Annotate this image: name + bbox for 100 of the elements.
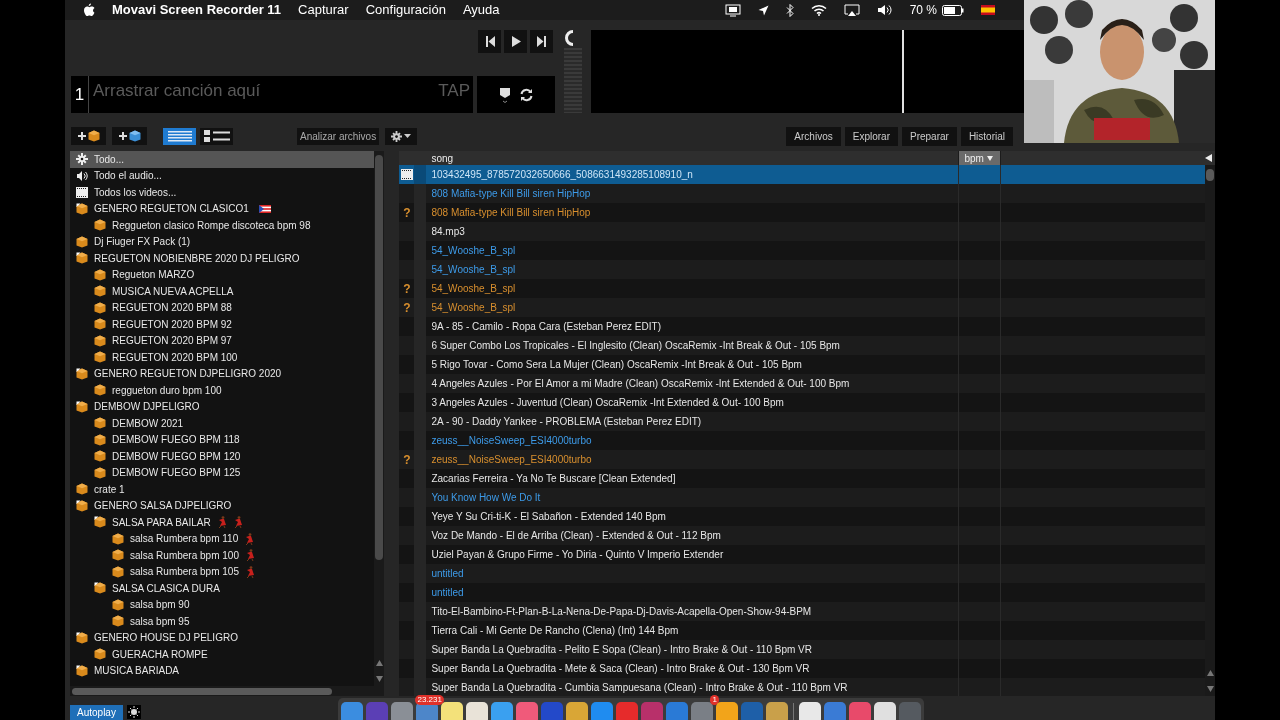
sidebar-item[interactable]: DEMBOW DJPELIGRO [70, 398, 375, 415]
sidebar-item[interactable]: SALSA CLASICA DURA [70, 580, 375, 597]
next-button[interactable] [530, 30, 553, 53]
sidebar-item[interactable]: salsa bpm 95 [70, 613, 375, 630]
sidebar-item[interactable]: DEMBOW FUEGO BPM 125 [70, 464, 375, 481]
song-row[interactable]: untitled [399, 564, 1205, 583]
sidebar-item[interactable]: Dj Fiuger FX Pack (1) [70, 233, 375, 250]
bluetooth-icon[interactable] [785, 3, 794, 17]
app-icon[interactable] [440, 702, 463, 720]
scrollbar-thumb[interactable] [375, 155, 384, 560]
sidebar-item[interactable]: MUSICA BARIADA [70, 662, 375, 679]
sun-icon[interactable] [126, 705, 141, 719]
sidebar-item[interactable]: GENERO HOUSE DJ PELIGRO [70, 629, 375, 646]
previous-button[interactable] [478, 30, 501, 53]
scroll-up-icon[interactable] [1206, 670, 1214, 676]
sidebar-item[interactable]: salsa Rumbera bpm 105 [70, 563, 375, 580]
sidebar-item[interactable]: salsa Rumbera bpm 100 [70, 547, 375, 564]
sidebar-item[interactable]: REGUETON 2020 BPM 100 [70, 349, 375, 366]
add-smart-crate-button[interactable] [112, 127, 147, 145]
play-button[interactable] [504, 30, 527, 53]
song-row[interactable]: 808 Mafia-type Kill Bill siren HipHop [399, 184, 1205, 203]
song-row[interactable]: Voz De Mando - El de Arriba (Clean) - Extended & Out - 112 Bpm [399, 526, 1205, 545]
sync-icon[interactable] [518, 87, 534, 102]
library-tab[interactable]: Archivos [786, 126, 841, 146]
pin-icon[interactable] [498, 86, 511, 103]
scroll-up-icon[interactable] [375, 660, 383, 666]
scrollbar-thumb[interactable] [1206, 169, 1214, 181]
menu-item[interactable]: Capturar [298, 0, 349, 20]
sidebar-item[interactable]: Todo... [70, 151, 375, 168]
column-header[interactable]: bpm [959, 151, 1002, 165]
flag-icon[interactable] [981, 5, 995, 15]
sidebar-item[interactable]: Regueton MARZO [70, 266, 375, 283]
song-row[interactable]: 54_Wooshe_B_spl [399, 260, 1205, 279]
screen-capture-icon[interactable] [724, 3, 741, 17]
sidebar-item[interactable]: salsa Rumbera bpm 110 [70, 530, 375, 547]
song-row[interactable]: 4 Angeles Azules - Por El Amor a mi Madre (Clean) OscaRemix -Int Extended & Out- 100 Bpm [399, 374, 1205, 393]
song-row[interactable]: Super Banda La Quebradita - Pelito E Sopa (Clean) - Intro Brake & Out - 110 Bpm VR [399, 640, 1205, 659]
settings-dropdown[interactable] [385, 127, 418, 145]
sidebar-item[interactable]: GENERO REGUETON DJPELIGRO 2020 [70, 365, 375, 382]
app-icon[interactable] [565, 702, 588, 720]
sidebar-item[interactable]: DEMBOW 2021 [70, 415, 375, 432]
missing-file-mark: ? [403, 280, 411, 298]
sidebar-item[interactable]: REGUETON 2020 BPM 97 [70, 332, 375, 349]
sidebar-item[interactable]: MUSICA NUEVA ACPELLA [70, 283, 375, 300]
autoplay-button[interactable]: Autoplay [70, 704, 123, 720]
sidebar-item[interactable]: reggueton duro bpm 100 [70, 382, 375, 399]
sidebar-item[interactable]: crate 1 [70, 481, 375, 498]
crate-icon [94, 466, 106, 479]
library-tab[interactable]: Preparar [901, 126, 957, 146]
song-row[interactable]: 84.mp3 [399, 222, 1205, 241]
sidebar-item[interactable]: REGUETON 2020 BPM 92 [70, 316, 375, 333]
add-crate-button[interactable] [71, 127, 106, 145]
menu-item[interactable]: Configuración [365, 0, 446, 20]
song-row[interactable]: ? 54_Wooshe_B_spl [399, 298, 1205, 317]
sidebar-item[interactable]: REGUETON NOBIENBRE 2020 DJ PELIGRO [70, 250, 375, 267]
library-tab[interactable]: Historial [960, 126, 1013, 146]
song-row[interactable]: ? zeuss__NoiseSweep_ESI4000turbo [399, 450, 1205, 469]
menu-item[interactable]: Ayuda [462, 0, 500, 20]
song-row[interactable]: 103432495_878572032650666_5086631493285108910_n [399, 165, 1205, 184]
song-row[interactable]: Tito-El-Bambino-Ft-Plan-B-La-Nena-De-Papa-Dj-Davis-Acapella-Open-Show-94-BPM [399, 602, 1205, 621]
horizontal-scrollbar-thumb[interactable] [72, 687, 332, 695]
app-icon[interactable] [465, 702, 488, 720]
sidebar-item[interactable]: GENERO SALSA DJPELIGRO [70, 497, 375, 514]
sidebar-item[interactable]: salsa bpm 90 [70, 596, 375, 613]
sidebar-item[interactable]: DEMBOW FUEGO BPM 118 [70, 431, 375, 448]
scroll-down-icon[interactable] [1206, 686, 1214, 692]
app-icon[interactable] [873, 702, 896, 720]
app-icon[interactable] [798, 702, 821, 720]
app-icon[interactable] [715, 702, 738, 720]
sidebar-item[interactable]: REGUETON 2020 BPM 88 [70, 299, 375, 316]
song-row[interactable]: 6 Super Combo Los Tropicales - El Inglesito (Clean) OscaRemix -Int Break & Out - 105 Bpm [399, 336, 1205, 355]
wifi-icon[interactable] [810, 4, 827, 16]
analyze-files-button[interactable]: Analizar archivos [297, 127, 380, 145]
location-arrow-icon[interactable] [757, 4, 769, 16]
song-title: 54_Wooshe_B_spl [431, 282, 516, 296]
sidebar-item[interactable]: SALSA PARA BAILAR [70, 514, 375, 531]
scroll-down-icon[interactable] [375, 676, 383, 682]
sidebar-item[interactable]: DEMBOW FUEGO BPM 120 [70, 448, 375, 465]
library-tab[interactable]: Explorar [844, 126, 898, 146]
volume-icon[interactable] [876, 4, 893, 16]
detail-view-toggle[interactable] [200, 127, 233, 145]
airplay-icon[interactable] [843, 3, 860, 17]
song-row[interactable]: 2A - 90 - Daddy Yankee - PROBLEMA (Esteban Perez EDIT) [399, 412, 1205, 431]
song-row[interactable]: You Know How We Do It [399, 488, 1205, 507]
battery-icon[interactable] [942, 4, 964, 16]
sidebar-item-label: salsa bpm 95 [130, 614, 190, 629]
collapse-arrow-icon[interactable] [1205, 154, 1212, 162]
sidebar-item[interactable]: GENERO REGUETON CLASICO1 [70, 200, 375, 217]
app-icon[interactable] [490, 702, 513, 720]
apple-logo-icon[interactable] [83, 3, 95, 17]
deck-track-field[interactable]: 1 Arrastrar canción aquí TAP [71, 76, 473, 113]
sidebar-item[interactable]: Reggueton clasico Rompe discoteca bpm 98 [70, 217, 375, 234]
sidebar-item[interactable]: GUERACHA ROMPE [70, 646, 375, 663]
sidebar-item[interactable]: Todo el audio... [70, 167, 375, 184]
song-row[interactable]: Super Banda La Quebradita - Cumbia Sampuesana (Clean) - Intro Brake & Out - 110 Bpm VR [399, 678, 1205, 696]
app-name[interactable]: Movavi Screen Recorder 11 [112, 0, 282, 20]
app-icon[interactable] [765, 702, 788, 720]
sidebar-item-label: GENERO HOUSE DJ PELIGRO [94, 631, 238, 646]
list-view-toggle[interactable] [163, 127, 196, 145]
sidebar-item[interactable]: Todos los videos... [70, 184, 375, 201]
